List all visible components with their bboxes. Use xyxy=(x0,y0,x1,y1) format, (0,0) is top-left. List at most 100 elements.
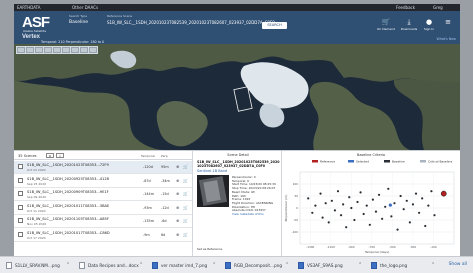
y-tick-label: 0 xyxy=(296,206,298,210)
add-to-queue-icon[interactable]: ⊕ xyxy=(176,232,179,237)
baseline-header: Baseline Criteria xyxy=(357,153,385,157)
scene-checkbox[interactable] xyxy=(18,177,23,183)
add-to-queue-icon[interactable]: ⊕ xyxy=(176,191,179,196)
feedback-link[interactable]: Feedback xyxy=(396,5,415,10)
chevron-up-icon[interactable]: ⌃ xyxy=(212,262,216,268)
baseline-point xyxy=(333,209,337,212)
zoom-button[interactable] xyxy=(89,47,97,53)
x-tick-label: -1300 xyxy=(306,245,314,249)
sentinel-link[interactable]: Sentinel-1B Band xyxy=(197,169,227,173)
scene-checkbox[interactable] xyxy=(18,218,23,223)
download-item[interactable]: VS3AF_S9AS.png ⌃ xyxy=(298,261,366,270)
download-filename: RGB_Decomposit...png xyxy=(234,263,283,268)
scene-row[interactable]: S1B_IW_SLC__1SDH_20201011T08353...3BAE Oc… xyxy=(14,202,192,215)
temporal-column-header[interactable]: Temporal xyxy=(141,154,155,158)
baseline-point xyxy=(356,200,359,204)
chevron-up-icon[interactable]: ⌃ xyxy=(285,262,289,268)
file-icon xyxy=(6,262,12,269)
daac-menu[interactable]: Other DAACs xyxy=(72,5,98,10)
scene-row[interactable]: S1B_IW_SLC__1SDH_20200925T08353...4128 Se… xyxy=(14,175,192,188)
scene-row[interactable]: S1B_IW_SLC__1SDH_20200909T08353...9E1F Se… xyxy=(14,188,192,201)
download-item[interactable]: the_logo.png ⌃ xyxy=(371,261,439,270)
scene-perp: -12d xyxy=(161,205,169,210)
map-layer-button[interactable] xyxy=(71,47,79,53)
chevron-up-icon[interactable]: ⌃ xyxy=(358,262,362,268)
reference-scene-field[interactable]: S1B_IW_SLC__1SDH_20201023T082539_2020102… xyxy=(107,20,275,25)
y-axis-label: Perpendicular (m) xyxy=(284,195,288,222)
scene-name: S1B_IW_SLC__1SDH_20201011T08353...3BAE xyxy=(27,203,110,208)
scene-date: Oct 11 2020 xyxy=(27,208,46,213)
copy-ids-button[interactable]: ⧉ xyxy=(46,153,54,158)
legend-label: Baseline xyxy=(392,160,405,164)
set-reference-link[interactable]: Set as Reference xyxy=(197,247,222,251)
scene-checkbox[interactable] xyxy=(18,191,23,196)
map-view-button[interactable] xyxy=(80,47,88,53)
cart-icon[interactable]: 🛒 xyxy=(183,178,188,183)
download-filename: VS3AF_S9AS.png xyxy=(307,263,343,268)
download-item[interactable]: RGB_Decomposit...png ⌃ xyxy=(225,261,293,270)
baseline-point xyxy=(350,206,353,210)
baseline-point xyxy=(311,211,314,214)
sign-in-button[interactable]: ● Sign In xyxy=(419,19,439,32)
scene-checkbox[interactable] xyxy=(18,164,23,169)
show-all-button[interactable]: Show all xyxy=(449,262,467,267)
add-to-queue-icon[interactable]: ⊕ xyxy=(176,218,179,223)
baseline-point xyxy=(365,204,368,207)
scene-checkbox[interactable] xyxy=(18,204,23,210)
scene-row[interactable]: S1B_IW_SLC__1SDH_20201105T08353...A85F No… xyxy=(14,215,192,228)
baseline-point xyxy=(319,192,322,195)
baseline-point xyxy=(396,228,399,231)
scene-thumbnail[interactable] xyxy=(197,175,229,207)
baseline-point xyxy=(342,203,345,206)
search-button[interactable]: SEARCH xyxy=(262,22,287,29)
earthdata-logo[interactable]: EARTHDATA xyxy=(17,5,41,10)
scene-temporal: -93m xyxy=(143,205,152,210)
search-type-dropdown[interactable]: Baseline xyxy=(69,20,88,25)
map-view[interactable] xyxy=(14,44,460,150)
chevron-up-icon[interactable]: ⌃ xyxy=(66,262,70,268)
scene-row[interactable]: S1B_IW_SLC__1SDH_20201017T08353...C86D Oc… xyxy=(14,229,192,242)
download-item[interactable]: ver master imd_7.png ⌃ xyxy=(152,261,220,270)
whats-new-link[interactable]: What's New xyxy=(436,37,456,41)
downloads-button[interactable]: ⤓ Downloads xyxy=(399,19,419,32)
chevron-up-icon[interactable]: ⌃ xyxy=(431,262,435,268)
cart-icon[interactable]: 🛒 xyxy=(183,232,188,237)
scene-checkbox[interactable] xyxy=(18,231,23,237)
baseline-point xyxy=(345,226,348,229)
legend-swatch xyxy=(312,160,318,163)
draw-polygon-button[interactable] xyxy=(17,47,25,53)
menu-button[interactable]: ≡ xyxy=(438,19,458,26)
download-list-button[interactable]: ⇩ xyxy=(56,153,64,158)
baseline-point xyxy=(368,223,371,226)
download-item[interactable]: Data Recipes and...docx ⌃ xyxy=(79,261,147,270)
upload-geometry-button[interactable] xyxy=(62,47,70,53)
download-item[interactable]: S1LLV_SRAV.NM...png ⌃ xyxy=(6,261,74,270)
draw-box-button[interactable] xyxy=(26,47,34,53)
clear-drawing-button[interactable] xyxy=(53,47,61,53)
baseline-point xyxy=(377,193,381,196)
baseline-point xyxy=(359,191,362,194)
scene-temporal: -120d xyxy=(143,165,153,169)
chevron-up-icon[interactable]: ⌃ xyxy=(139,262,143,268)
scene-perp: 6d xyxy=(161,232,166,237)
cart-icon[interactable]: 🛒 xyxy=(183,205,188,210)
cart-icon[interactable]: 🛒 xyxy=(183,164,188,169)
add-to-queue-icon[interactable]: ⊕ xyxy=(176,178,179,183)
add-to-queue-icon[interactable]: ⊕ xyxy=(176,205,179,210)
cart-icon[interactable]: 🛒 xyxy=(183,191,188,196)
scene-properties: Perpendicular: 0 Temporal: 0 Start Time: 1… xyxy=(232,175,282,217)
on-demand-button[interactable]: 🛒 On Demand xyxy=(376,19,396,32)
draw-line-button[interactable] xyxy=(44,47,52,53)
draw-point-button[interactable] xyxy=(35,47,43,53)
cart-icon[interactable]: 🛒 xyxy=(183,218,188,223)
scene-row[interactable]: S1B_IW_SLC__1SDH_20201023T08353...72F9 Oc… xyxy=(14,161,192,174)
add-to-queue-icon[interactable]: ⊕ xyxy=(176,164,179,169)
user-menu[interactable]: Greg xyxy=(433,5,443,10)
legend-swatch xyxy=(348,160,354,163)
scene-date: Nov 05 2020 xyxy=(27,222,47,226)
product-name: Vertex xyxy=(22,34,41,40)
perp-column-header[interactable]: Perp xyxy=(161,154,168,158)
baseline-point xyxy=(402,208,405,211)
baseline-chart[interactable]: Reference Selected Baseline Critical Baseli… xyxy=(282,158,460,256)
scene-property[interactable]: View metadata of this xyxy=(232,212,282,217)
